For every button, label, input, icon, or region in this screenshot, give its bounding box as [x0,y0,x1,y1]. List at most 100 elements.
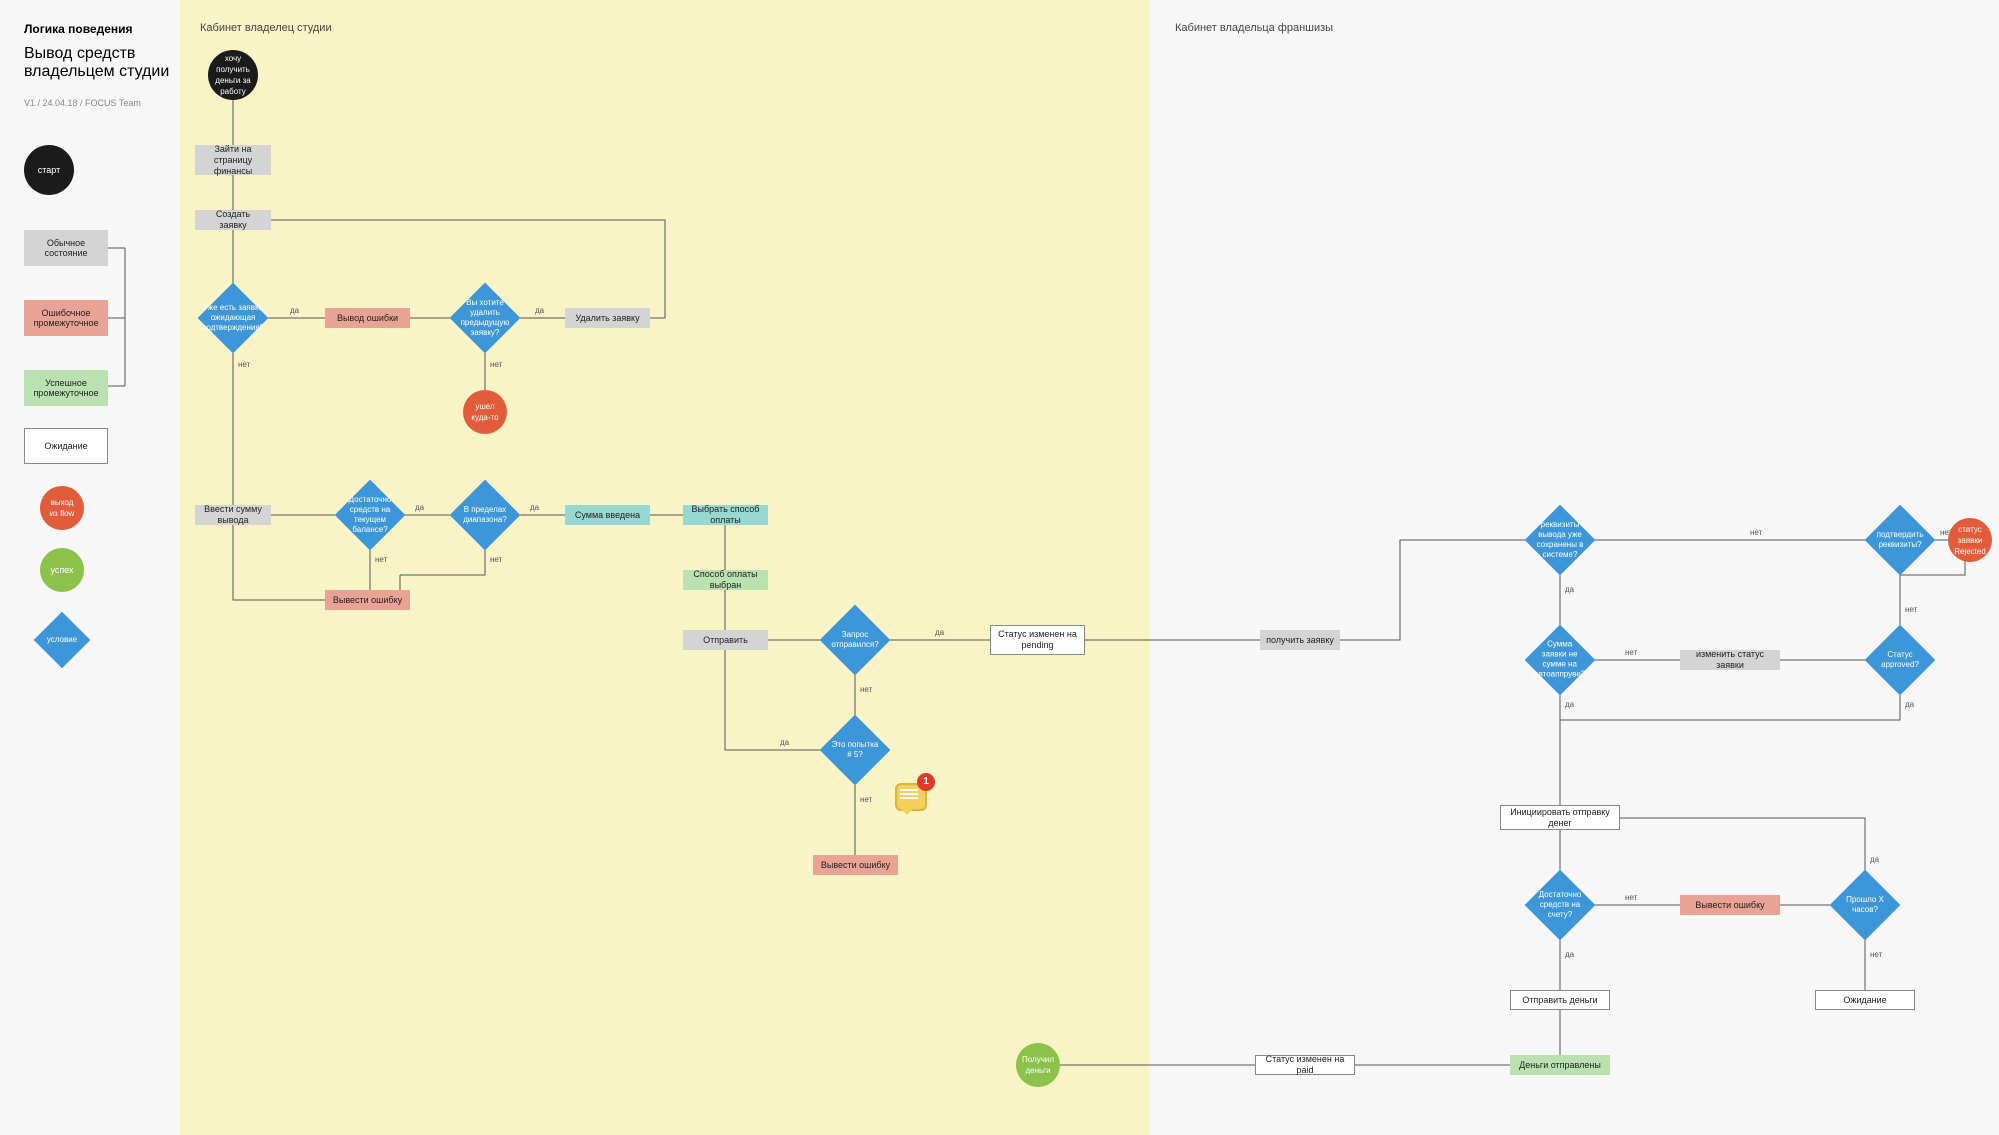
connectors [0,0,1999,1135]
node-d3-label: Достаточно средств на текущем балансе? [345,495,395,535]
node-g1: Способ оплаты выбран [683,570,768,590]
edge-d5-yes: да [935,628,944,637]
node-d10-label: Статус approved? [1875,650,1925,670]
node-d8-label: подтвердить реквизиты? [1875,530,1925,550]
node-g1-label: Способ оплаты выбран [689,569,762,591]
edge-d3-yes: да [415,503,424,512]
edge-d2-no: нет [490,360,502,369]
node-r1-label: Зайти на страницу финансы [201,144,265,177]
node-d12-label: Прошло X часов? [1840,895,1890,915]
node-d5-label: Запрос отправился? [830,630,880,650]
node-w4: Ожидание [1815,990,1915,1010]
node-r4: Ввести сумму вывода [195,505,271,525]
node-r3-label: Удалить заявку [575,313,639,324]
node-d1-label: Уже есть заявка ожидающая подтверждения? [202,303,264,333]
node-e3-label: Вывести ошибку [821,860,890,871]
legend-success: Успешное промежуточное [24,370,108,406]
edge-d10-no: нет [1905,605,1917,614]
node-r5: Отправить [683,630,768,650]
legend-exit: выход из flow [40,486,84,530]
node-e4-label: Вывести ошибку [1695,900,1764,911]
edge-d9-no: нет [1625,648,1637,657]
node-r2: Создать заявку [195,210,271,230]
node-g2: Деньги отправлены [1510,1055,1610,1075]
node-e1-label: Вывод ошибки [337,313,398,324]
node-w5-label: Статус изменен на paid [1262,1054,1348,1076]
node-t1: Сумма введена [565,505,650,525]
node-e4: Вывести ошибку [1680,895,1780,915]
legend-wait: Ожидание [24,428,108,464]
edge-d6-no: нет [860,795,872,804]
edge-d7-no: нет [1750,528,1762,537]
edge-d12-no: нет [1870,950,1882,959]
node-exit1: ушел куда-то [463,390,507,434]
node-w5: Статус изменен на paid [1255,1055,1355,1075]
edge-d3-no: нет [375,555,387,564]
edge-d2-yes: да [535,306,544,315]
node-w2: Инициировать отправку денег [1500,805,1620,830]
legend-done-label: успех [50,565,73,576]
edge-d1-yes: да [290,306,299,315]
comment-lines-icon [900,789,918,791]
edge-d4-yes: да [530,503,539,512]
node-d6-label: Это попытка # 5? [830,740,880,760]
legend-wait-label: Ожидание [44,441,87,451]
node-r6-label: получить заявку [1266,635,1334,646]
node-w1-label: Статус изменен на pending [997,629,1078,651]
legend-normal-label: Обычное состояние [28,238,104,258]
node-start: хочу получить деньги за работу [208,50,258,100]
node-g2-label: Деньги отправлены [1519,1060,1601,1071]
node-d4-label: В пределах диапазона? [460,505,510,525]
comment-marker[interactable]: 1 [895,775,931,811]
legend-normal: Обычное состояние [24,230,108,266]
node-e2-label: Вывести ошибку [333,595,402,606]
node-start-label: хочу получить деньги за работу [214,53,252,97]
sidebar-title-l2: владельцем студии [24,62,169,82]
node-done-label: Получил деньги [1022,1054,1054,1076]
edge-d10-yes: да [1905,700,1914,709]
edge-d4-no: нет [490,555,502,564]
edge-d6-yes: да [780,738,789,747]
comment-count-badge: 1 [917,773,935,791]
legend-success-label: Успешное промежуточное [28,378,104,398]
node-e3: Вывести ошибку [813,855,898,875]
legend-start: старт [24,145,74,195]
legend-exit-label: выход из flow [46,497,78,519]
node-w3: Отправить деньги [1510,990,1610,1010]
heading-left: Кабинет владелец студии [200,22,332,34]
node-r3: Удалить заявку [565,308,650,328]
node-e2: Вывести ошибку [325,590,410,610]
node-t1-label: Сумма введена [575,510,640,521]
edge-d7-yes: да [1565,585,1574,594]
node-r1: Зайти на страницу финансы [195,145,271,175]
node-e1: Вывод ошибки [325,308,410,328]
node-d7-label: реквизиты вывода уже сохранены в системе… [1535,520,1585,560]
node-exit2-label: статус заявки Rejected [1954,524,1986,557]
node-w2-label: Инициировать отправку денег [1507,807,1613,829]
node-exit1-label: ушел куда-то [469,401,501,423]
node-r2-label: Создать заявку [201,209,265,231]
node-r4-label: Ввести сумму вывода [201,504,265,526]
node-w3-label: Отправить деньги [1522,995,1597,1006]
heading-right: Кабинет владельца франшизы [1175,22,1333,34]
edge-d12-yes: да [1870,855,1879,864]
node-t2-label: Выбрать способ оплаты [689,504,762,526]
node-d2-label: Вы хотите удалить предыдущую заявку? [460,298,510,338]
node-w4-label: Ожидание [1843,995,1886,1006]
node-r7-label: изменить статус заявки [1686,649,1774,671]
sidebar-heading: Логика поведения [24,22,133,36]
edge-d1-no: нет [238,360,250,369]
node-d9-label: Сумма заявки не сумме на автоаппруве? [1534,640,1585,680]
node-r7: изменить статус заявки [1680,650,1780,670]
legend-cond-label: условие [42,635,82,645]
sidebar-title-l1: Вывод средств [24,44,135,64]
node-w1: Статус изменен на pending [990,625,1085,655]
edge-d11-no: нет [1625,893,1637,902]
node-d11-label: Достаточно средств на счету? [1535,890,1585,920]
legend-start-label: старт [38,165,60,176]
legend-done: успех [40,548,84,592]
node-t2: Выбрать способ оплаты [683,505,768,525]
node-r6: получить заявку [1260,630,1340,650]
sidebar-meta: V1 / 24.04.18 / FOCUS Team [24,98,141,108]
node-exit2: статус заявки Rejected [1948,518,1992,562]
